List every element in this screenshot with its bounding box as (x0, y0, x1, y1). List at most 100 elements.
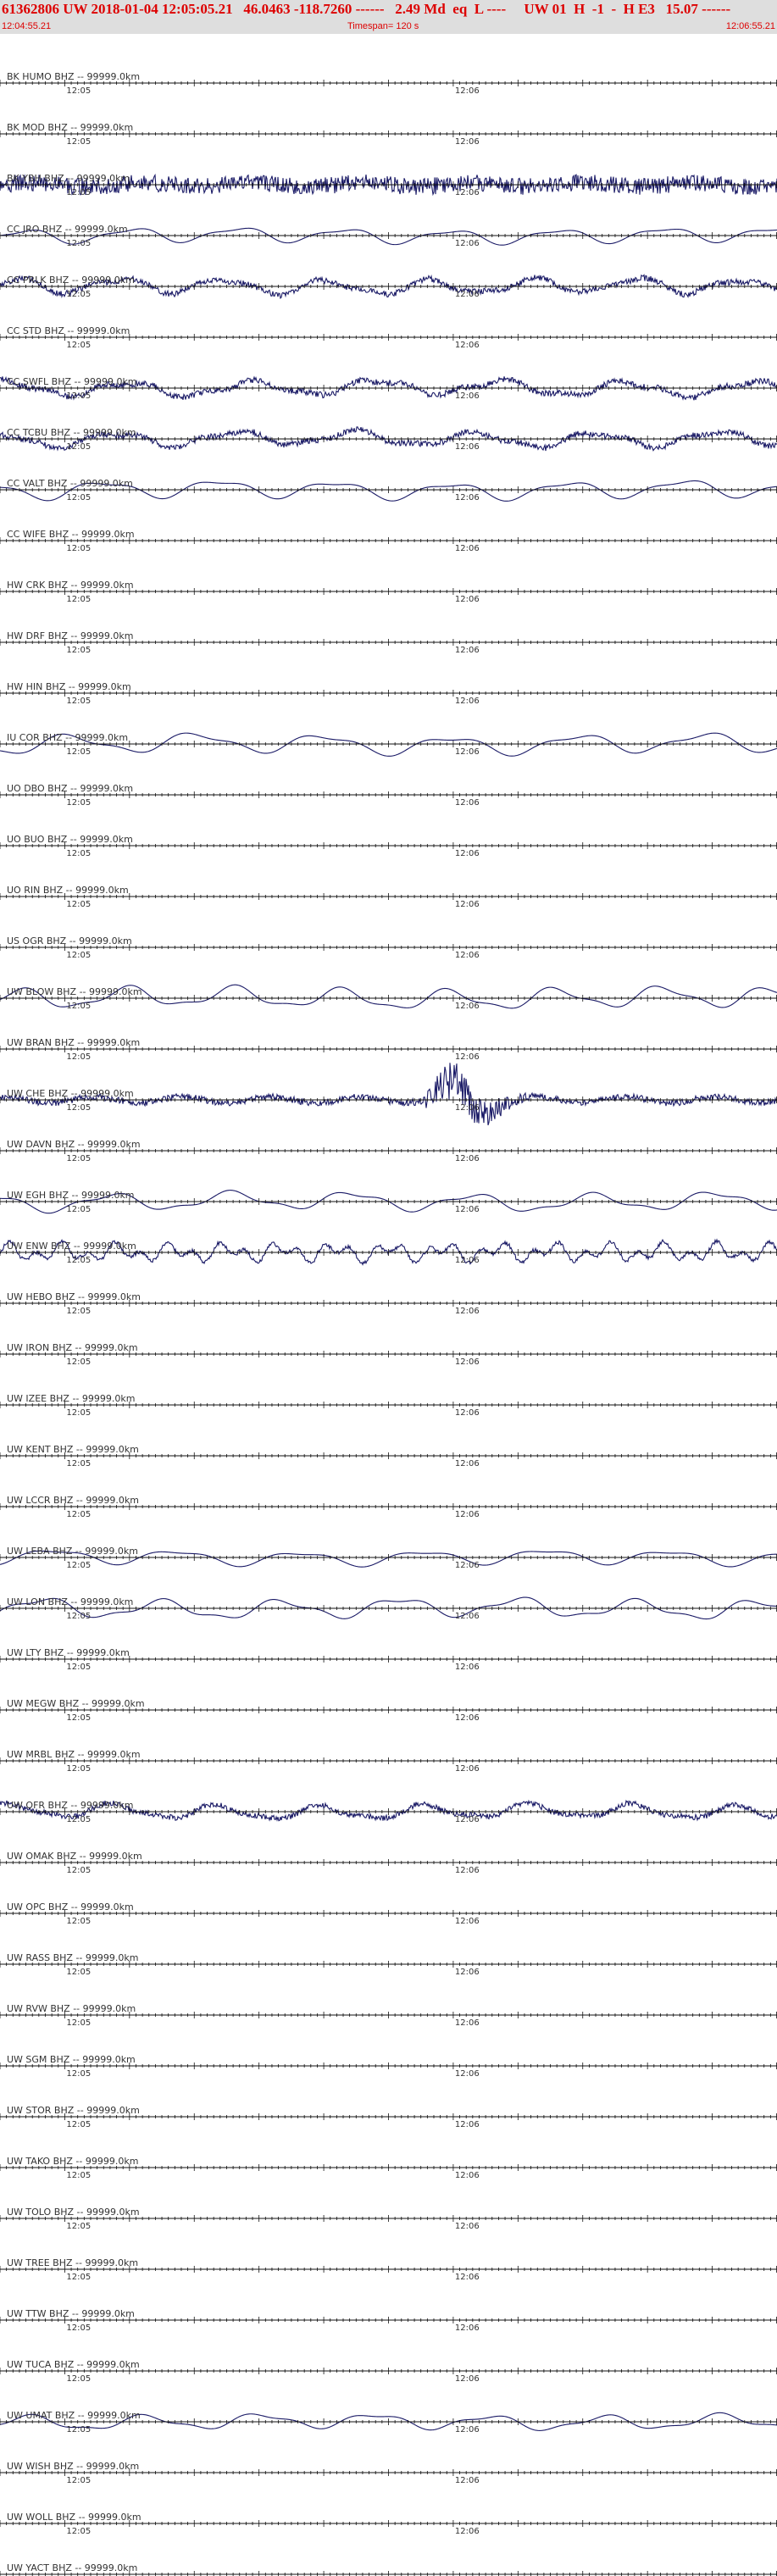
header-bar: 61362806 UW 2018-01-04 12:05:05.21 46.04… (0, 0, 777, 34)
tick-label: 12:05 (66, 1408, 91, 1418)
channel-row: 12:05 12:06 CC STD BHZ -- 99999.0km (0, 325, 777, 350)
channel-label: UW DAVN BHZ -- 99999.0km (7, 1139, 141, 1150)
channel-row: 12:05 12:06 CC TCBU BHZ -- 99999.0km (0, 426, 777, 452)
channel-label: UW OPC BHZ -- 99999.0km (7, 1901, 134, 1913)
channel-label: UW IRON BHZ -- 99999.0km (7, 1342, 138, 1353)
channel-label: UW LON BHZ -- 99999.0km (7, 1596, 133, 1607)
channel-row: 12:05 12:06 UW LCCR BHZ -- 99999.0km (0, 1495, 777, 1519)
tick-label: 12:06 (455, 1968, 480, 1977)
channel-label: BK YBH BHZ -- 99999.0km (7, 173, 130, 184)
channel-row: 12:05 12:06 BK YBH BHZ -- 99999.0km (0, 173, 777, 197)
channel-row: 12:05 12:06 CC JRO BHZ -- 99999.0km (0, 224, 777, 248)
tick-label: 12:05 (66, 341, 91, 350)
tick-label: 12:06 (455, 1357, 480, 1367)
channel-label: HW CRK BHZ -- 99999.0km (7, 580, 134, 591)
tick-label: 12:05 (66, 951, 91, 960)
channel-row: 12:05 12:06 BK HUMO BHZ -- 99999.0km (0, 71, 777, 96)
channel-row: 12:05 12:06 UW LEBA BHZ -- 99999.0km (0, 1546, 777, 1570)
channel-label: BK HUMO BHZ -- 99999.0km (7, 71, 140, 82)
channel-row: 12:05 12:06 UW MEGW BHZ -- 99999.0km (0, 1698, 777, 1723)
tick-label: 12:05 (66, 442, 91, 452)
tick-label: 12:06 (455, 1815, 480, 1824)
channel-row: 12:05 12:06 CC VALT BHZ -- 99999.0km (0, 478, 777, 502)
tick-label: 12:05 (66, 290, 91, 299)
channel-label: UW HEBO BHZ -- 99999.0km (7, 1291, 141, 1302)
channel-label: HW HIN BHZ -- 99999.0km (7, 681, 131, 692)
channel-label: UW MRBL BHZ -- 99999.0km (7, 1749, 141, 1760)
tick-label: 12:06 (455, 1052, 480, 1062)
tick-label: 12:06 (455, 747, 480, 757)
channel-row: 12:05 12:06 UW ENW BHZ -- 99999.0km (0, 1238, 777, 1266)
channel-row: 12:05 12:06UW SGM BHZ -- 99999.0km (0, 2054, 777, 2079)
tick-label: 12:06 (455, 1612, 480, 1621)
tick-label: 12:05 (66, 1917, 91, 1926)
channel-row: 12:05 12:06 UW CHE BHZ -- 99999.0km (0, 1063, 777, 1126)
tick-label: 12:06 (455, 1866, 480, 1875)
tick-label: 12:05 (66, 1866, 91, 1875)
tick-label: 12:06 (455, 391, 480, 401)
tick-label: 12:06 (455, 86, 480, 96)
tick-label: 12:05 (66, 1612, 91, 1621)
tick-label: 12:06 (455, 2018, 480, 2028)
channel-row: 12:05 12:06 UO DBO BHZ -- 99999.0km (0, 783, 777, 808)
tick-label: 12:05 (66, 1510, 91, 1519)
tick-label: 12:06 (455, 1713, 480, 1723)
tick-label: 12:05 (66, 1459, 91, 1468)
channel-row: 12:05 12:06 UW MRBL BHZ -- 99999.0km (0, 1749, 777, 1774)
channel-label: UW IZEE BHZ -- 99999.0km (7, 1393, 135, 1404)
channel-row: 12:05 12:06 US OGR BHZ -- 99999.0km (0, 935, 777, 960)
tick-label: 12:06 (455, 900, 480, 909)
tick-label: 12:05 (66, 391, 91, 401)
channel-row: 12:05 12:06 UW RASS BHZ -- 99999.0km (0, 1952, 777, 1977)
tick-label: 12:06 (455, 1002, 480, 1011)
tick-label: 12:05 (66, 1663, 91, 1672)
tick-label: 12:05 (66, 1002, 91, 1011)
channel-label: UO RIN BHZ -- 99999.0km (7, 885, 129, 896)
channel-label: BK MOD BHZ -- 99999.0km (7, 122, 133, 133)
channel-row: 12:05 12:06 UW EGH BHZ -- 99999.0km (0, 1190, 777, 1214)
tick-label: 12:05 (66, 1307, 91, 1316)
tick-label: 12:05 (66, 1103, 91, 1113)
event-title: 61362806 UW 2018-01-04 12:05:05.21 46.04… (2, 1, 731, 17)
channel-label: UW LCCR BHZ -- 99999.0km (7, 1495, 139, 1506)
channel-row: 12:05 12:06 UW HEBO BHZ -- 99999.0km (0, 1291, 777, 1316)
tick-label: 12:05 (66, 1256, 91, 1265)
channel-row: 12:05 12:06 UW DAVN BHZ -- 99999.0km (0, 1139, 777, 1163)
channel-label: CC JRO BHZ -- 99999.0km (7, 224, 128, 235)
tick-label: 12:06 (455, 1764, 480, 1774)
tick-label: 12:06 (455, 849, 480, 858)
channel-label: UW BRAN BHZ -- 99999.0km (7, 1037, 140, 1048)
end-time: 12:06:55.21 (725, 21, 775, 31)
channel-label: UW BLOW BHZ -- 99999.0km (7, 986, 142, 997)
channel-row: 12:05 12:06 UW OMAK BHZ -- 99999.0km (0, 1851, 777, 1875)
channel-label: UW MEGW BHZ -- 99999.0km (7, 1698, 145, 1709)
tick-label: 12:05 (66, 646, 91, 655)
tick-label: 12:06 (455, 341, 480, 350)
channel-label: UW EGH BHZ -- 99999.0km (7, 1190, 135, 1201)
tick-label: 12:06 (455, 1510, 480, 1519)
channel-row: 12:05 12:06 UW OFR BHZ -- 99999.0km (0, 1799, 777, 1824)
seismogram-plot: 12:05 12:06BK HUMO BHZ -- 99999.0km12:05 1… (0, 71, 777, 2576)
timespan-label: Timespan= 120 s (347, 21, 419, 31)
channel-row: 12:05 12:06 UW RVW BHZ -- 99999.0km (0, 2003, 777, 2028)
channel-label: UW LEBA BHZ -- 99999.0km (7, 1546, 138, 1557)
channel-label: UW RVW BHZ -- 99999.0km (7, 2003, 136, 2014)
channel-label: UW KENT BHZ -- 99999.0km (7, 1444, 139, 1455)
tick-label: 12:05 (66, 849, 91, 858)
tick-label: 12:06 (455, 1663, 480, 1672)
tick-label: 12:05 (66, 493, 91, 502)
channel-label: UO DBO BHZ -- 99999.0km (7, 783, 133, 794)
tick-label: 12:06 (455, 595, 480, 604)
tick-label: 12:05 (66, 1205, 91, 1214)
channel-label: CC VALT BHZ -- 99999.0km (7, 478, 133, 489)
channel-row: 12:05 12:06 UW LTY BHZ -- 99999.0km (0, 1647, 777, 1672)
channel-row: 12:05 12:06 HW HIN BHZ -- 99999.0km (0, 681, 777, 706)
tick-label: 12:06 (455, 1154, 480, 1163)
tick-label: 12:05 (66, 900, 91, 909)
tick-label: 12:05 (66, 747, 91, 757)
tick-label: 12:05 (66, 544, 91, 553)
tick-label: 12:06 (455, 188, 480, 197)
tick-label: 12:06 (455, 1561, 480, 1570)
channel-row: 12:05 12:06 UO RIN BHZ -- 99999.0km (0, 885, 777, 909)
channel-row: 12:05 12:06 UW IRON BHZ -- 99999.0km (0, 1342, 777, 1367)
